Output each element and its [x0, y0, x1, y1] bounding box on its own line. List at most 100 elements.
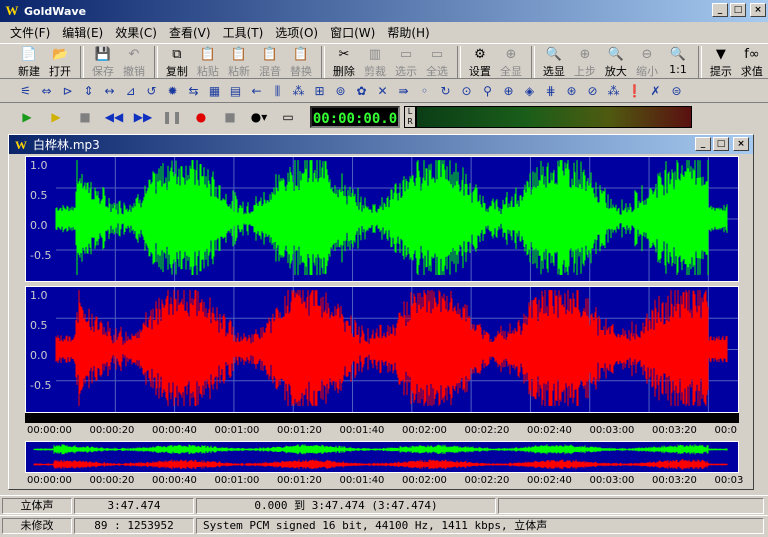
- menu-bar: 文件(F) 编辑(E) 效果(C) 查看(V) 工具(T) 选项(O) 窗口(W…: [0, 22, 768, 42]
- level-meter: [416, 106, 692, 128]
- cue-icon: ▼: [715, 47, 726, 62]
- toolbar-label: 上步: [573, 65, 596, 78]
- effect-icon-0[interactable]: ⚟: [16, 81, 35, 101]
- toolbar-button-14[interactable]: ⊕ 全显: [496, 46, 526, 78]
- timeline-ruler[interactable]: 00:00:00 00:00:20 00:00:40 00:01:00 00:01:20…: [25, 413, 739, 439]
- stop-record-button[interactable]: ■: [217, 107, 243, 127]
- toolbar-separator: [457, 46, 461, 78]
- play-button[interactable]: ▶: [14, 107, 40, 127]
- toolbar-button-6[interactable]: 📋 粘新: [224, 46, 254, 78]
- play-selection-button[interactable]: ▶: [43, 107, 69, 127]
- toolbar-button-7[interactable]: 📋 混音: [255, 46, 285, 78]
- effect-icon-23[interactable]: ⊕: [499, 81, 518, 101]
- timeline-tick: 00:03:00: [589, 425, 635, 436]
- toolbar-button-3[interactable]: ↶ 撤销: [119, 46, 149, 78]
- toolbar-button-18[interactable]: ⊖ 缩小: [632, 46, 662, 78]
- effect-icon-14[interactable]: ⊞: [310, 81, 329, 101]
- effect-icon-13[interactable]: ⁂: [289, 81, 308, 101]
- effect-icon-3[interactable]: ⇕: [79, 81, 98, 101]
- effect-icon-22[interactable]: ⚲: [478, 81, 497, 101]
- toolbar-button-1[interactable]: 📂 打开: [45, 46, 75, 78]
- effect-icon-7[interactable]: ✹: [163, 81, 182, 101]
- effect-icon-20[interactable]: ↻: [436, 81, 455, 101]
- right-channel-waveform[interactable]: 1.0 0.5 0.0 -0.5: [25, 286, 739, 413]
- effect-icon-21[interactable]: ⊙: [457, 81, 476, 101]
- left-wave-plot: [55, 157, 738, 281]
- effect-icon-10[interactable]: ▤: [226, 81, 245, 101]
- effect-icon-2[interactable]: ⊳: [58, 81, 77, 101]
- toolbar-button-5[interactable]: 📋 粘贴: [193, 46, 223, 78]
- toolbar-button-19[interactable]: 🔍 1:1: [663, 46, 693, 78]
- doc-maximize-button[interactable]: □: [713, 137, 729, 151]
- toolbar-button-9[interactable]: ✂ 删除: [329, 46, 359, 78]
- toolbar-button-2[interactable]: 💾 保存: [88, 46, 118, 78]
- timeline-tick: 00:00:20: [89, 475, 135, 486]
- toolbar-button-21[interactable]: f∞ 求值: [737, 46, 767, 78]
- effect-icon-28[interactable]: ⁂: [604, 81, 623, 101]
- record-button[interactable]: ●: [188, 107, 214, 127]
- effect-icon-27[interactable]: ⊘: [583, 81, 602, 101]
- effect-icon-18[interactable]: ⇛: [394, 81, 413, 101]
- toolbar-label: 选示: [394, 65, 417, 78]
- effect-icon-17[interactable]: ✕: [373, 81, 392, 101]
- record-window-button[interactable]: ▭: [275, 107, 301, 127]
- stop-button[interactable]: ■: [72, 107, 98, 127]
- effect-icon-19[interactable]: ◦: [415, 81, 434, 101]
- show-selection-icon: 🔍: [545, 47, 562, 62]
- effect-icon-26[interactable]: ⊛: [562, 81, 581, 101]
- menu-view[interactable]: 查看(V): [163, 24, 217, 41]
- toolbar-label: 撤销: [122, 65, 145, 78]
- minimize-button[interactable]: _: [712, 3, 728, 17]
- left-channel-waveform[interactable]: 1.0 0.5 0.0 -0.5: [25, 156, 739, 282]
- toolbar-button-16[interactable]: ⊕ 上步: [570, 46, 600, 78]
- menu-window[interactable]: 窗口(W): [324, 24, 381, 41]
- effect-icon-12[interactable]: ⫼: [268, 81, 287, 101]
- pause-button[interactable]: ❚❚: [159, 107, 185, 127]
- toolbar-button-0[interactable]: 📄 新建: [14, 46, 44, 78]
- maximize-button[interactable]: □: [730, 3, 746, 17]
- doc-close-button[interactable]: ×: [733, 137, 749, 151]
- menu-help[interactable]: 帮助(H): [381, 24, 435, 41]
- menu-tools[interactable]: 工具(T): [217, 24, 270, 41]
- toolbar-button-13[interactable]: ⚙ 设置: [465, 46, 495, 78]
- effect-icon-6[interactable]: ↺: [142, 81, 161, 101]
- toolbar-label: 放大: [604, 65, 627, 78]
- effect-icon-31[interactable]: ⊜: [667, 81, 686, 101]
- overview-plot: [33, 444, 728, 470]
- effect-icon-24[interactable]: ◈: [520, 81, 539, 101]
- effect-icon-1[interactable]: ⇔: [37, 81, 56, 101]
- effect-icon-30[interactable]: ✗: [646, 81, 665, 101]
- effect-icon-25[interactable]: ⋕: [541, 81, 560, 101]
- effect-icon-4[interactable]: ↔: [100, 81, 119, 101]
- main-toolbar: 📄 新建 📂 打开 💾 保存 ↶ 撤销 ⧉ 复制 📋 粘贴 📋 粘新 📋 混音 📋 替换 ✂ 删除 ▥ 剪裁 ▭ 选示 ▭ 全选 ⚙…: [0, 43, 768, 79]
- fast-forward-button[interactable]: ▶▶: [130, 107, 156, 127]
- toolbar-button-10[interactable]: ▥ 剪裁: [360, 46, 390, 78]
- record-mode-button[interactable]: ●▾: [246, 107, 272, 127]
- toolbar-button-15[interactable]: 🔍 选显: [539, 46, 569, 78]
- document-logo-icon: W: [15, 137, 27, 152]
- timeline-tick: 00:01:00: [214, 425, 260, 436]
- effect-icon-11[interactable]: ←: [247, 81, 266, 101]
- toolbar-button-17[interactable]: 🔍 放大: [601, 46, 631, 78]
- menu-options[interactable]: 选项(O): [269, 24, 324, 41]
- toolbar-button-4[interactable]: ⧉ 复制: [162, 46, 192, 78]
- overview-waveform[interactable]: [25, 441, 739, 473]
- doc-minimize-button[interactable]: _: [695, 137, 711, 151]
- effect-icon-15[interactable]: ⊚: [331, 81, 350, 101]
- toolbar-button-12[interactable]: ▭ 全选: [422, 46, 452, 78]
- menu-file[interactable]: 文件(F): [4, 24, 56, 41]
- toolbar-separator: [154, 46, 158, 78]
- toolbar-button-8[interactable]: 📋 替换: [286, 46, 316, 78]
- effect-icon-29[interactable]: ❗: [625, 81, 644, 101]
- effect-icon-8[interactable]: ⇆: [184, 81, 203, 101]
- menu-edit[interactable]: 编辑(E): [56, 24, 109, 41]
- toolbar-button-11[interactable]: ▭ 选示: [391, 46, 421, 78]
- effect-icon-5[interactable]: ⊿: [121, 81, 140, 101]
- close-button[interactable]: ×: [750, 3, 766, 17]
- rewind-button[interactable]: ◀◀: [101, 107, 127, 127]
- effect-icon-16[interactable]: ✿: [352, 81, 371, 101]
- effect-icon-9[interactable]: ▦: [205, 81, 224, 101]
- menu-effects[interactable]: 效果(C): [109, 24, 163, 41]
- toolbar-button-20[interactable]: ▼ 提示: [706, 46, 736, 78]
- toolbar-separator: [698, 46, 702, 78]
